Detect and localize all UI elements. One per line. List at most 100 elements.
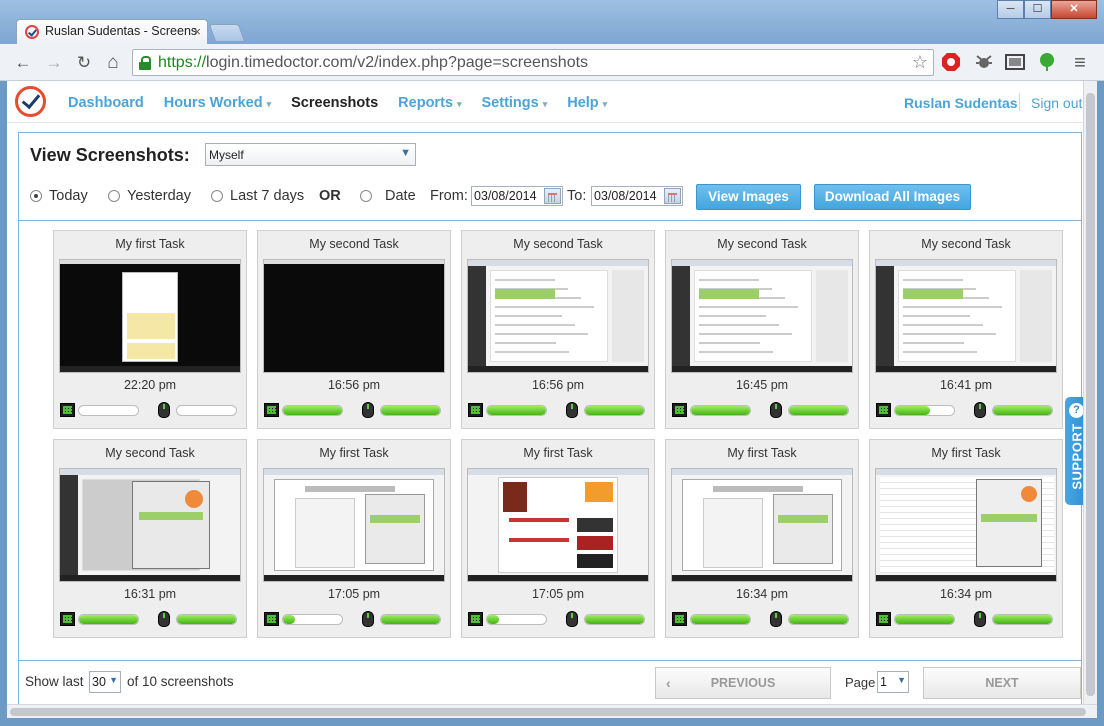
chevron-down-icon: ▼ xyxy=(400,147,411,159)
mouse-activity-bar xyxy=(584,405,645,416)
to-date-value: 03/08/2014 xyxy=(594,189,657,203)
screenshot-thumbnail[interactable] xyxy=(59,259,241,373)
keyboard-activity-bar xyxy=(486,405,547,416)
bug-extension-icon[interactable] xyxy=(974,52,994,72)
screenshot-thumbnail[interactable] xyxy=(875,468,1057,582)
screenshot-thumbnail[interactable] xyxy=(671,259,853,373)
screen-capture-extension-icon[interactable] xyxy=(1005,52,1025,72)
screenshot-card[interactable]: My second Task 16:56 pm xyxy=(461,230,655,429)
screenshot-card[interactable]: My first Task 16:34 pm xyxy=(869,439,1063,638)
screenshot-thumbnail[interactable] xyxy=(263,259,445,373)
next-button[interactable]: NEXT xyxy=(923,667,1081,699)
radio-last-7-days[interactable] xyxy=(211,190,223,202)
horizontal-scrollbar[interactable] xyxy=(7,704,1097,718)
keyboard-activity-bar xyxy=(78,405,139,416)
screenshot-card[interactable]: My first Task 17:05 pm xyxy=(461,439,655,638)
nav-reports[interactable]: Reports ▾ xyxy=(398,95,461,111)
keyboard-activity-bar xyxy=(690,405,751,416)
nav-help[interactable]: Help ▾ xyxy=(567,95,607,111)
screenshot-thumbnail[interactable] xyxy=(59,468,241,582)
screenshot-card[interactable]: My second Task 16:56 pm xyxy=(257,230,451,429)
label-today: Today xyxy=(49,188,88,204)
nav-settings[interactable]: Settings ▾ xyxy=(482,95,548,111)
screenshot-time: 16:34 pm xyxy=(735,587,789,601)
screenshot-card[interactable]: My second Task 16:31 pm xyxy=(53,439,247,638)
label-date: Date xyxy=(385,188,416,204)
screenshot-card[interactable]: My first Task 22:20 pm xyxy=(53,230,247,429)
forward-icon[interactable]: → xyxy=(43,52,65,74)
screenshot-thumbnail[interactable] xyxy=(671,468,853,582)
screenshot-time: 17:05 pm xyxy=(531,587,585,601)
screenshot-task: My second Task xyxy=(513,237,603,251)
screenshot-card[interactable]: My second Task 16:45 pm xyxy=(665,230,859,429)
label-yesterday: Yesterday xyxy=(127,188,191,204)
screenshot-thumbnail[interactable] xyxy=(875,259,1057,373)
screenshot-time: 16:56 pm xyxy=(531,378,585,392)
mouse-activity-bar xyxy=(380,614,441,625)
page-select[interactable]: 1 ▼ xyxy=(877,671,909,693)
user-name-link[interactable]: Ruslan Sudentas xyxy=(904,95,1018,111)
nav-hours-worked[interactable]: Hours Worked ▾ xyxy=(164,95,271,111)
nav-dashboard[interactable]: Dashboard xyxy=(68,95,144,111)
view-images-button[interactable]: View Images xyxy=(696,184,801,210)
radio-today[interactable] xyxy=(30,190,42,202)
keyboard-activity-icon xyxy=(264,612,279,626)
calendar-icon[interactable] xyxy=(664,188,681,204)
maximize-button[interactable]: ☐ xyxy=(1024,0,1051,19)
mouse-activity-bar xyxy=(992,405,1053,416)
scrollbar-thumb[interactable] xyxy=(10,708,1086,716)
screenshot-card[interactable]: My first Task 17:05 pm xyxy=(257,439,451,638)
scrollbar-thumb[interactable] xyxy=(1086,93,1095,696)
home-icon[interactable]: ⌂ xyxy=(102,52,124,74)
download-all-images-button[interactable]: Download All Images xyxy=(814,184,971,210)
screenshot-task: My first Task xyxy=(727,446,797,460)
keyboard-activity-icon xyxy=(468,403,483,417)
mouse-activity-bar xyxy=(992,614,1053,625)
new-tab-button[interactable] xyxy=(208,24,246,42)
keyboard-activity-bar xyxy=(78,614,139,625)
screenshot-time: 16:41 pm xyxy=(939,378,993,392)
vertical-scrollbar[interactable] xyxy=(1083,81,1097,704)
screenshot-card[interactable]: My second Task 16:41 pm xyxy=(869,230,1063,429)
chrome-menu-icon[interactable]: ≡ xyxy=(1069,52,1091,74)
screenshot-thumbnail[interactable] xyxy=(263,468,445,582)
screenshot-card[interactable]: My first Task 16:34 pm xyxy=(665,439,859,638)
chevron-down-icon: ▼ xyxy=(897,675,906,685)
browser-tab[interactable]: Ruslan Sudentas - Screens × xyxy=(16,19,208,44)
timedoctor-favicon-icon xyxy=(25,25,39,39)
reload-icon[interactable]: ↻ xyxy=(73,52,95,74)
timedoctor-logo[interactable] xyxy=(15,86,46,117)
keyboard-activity-bar xyxy=(486,614,547,625)
screenshot-thumbnail[interactable] xyxy=(467,468,649,582)
address-bar[interactable]: https://login.timedoctor.com/v2/index.ph… xyxy=(132,49,934,76)
tab-close-icon[interactable]: × xyxy=(193,24,201,39)
calendar-icon[interactable] xyxy=(544,188,561,204)
adblock-extension-icon[interactable] xyxy=(941,52,961,72)
back-icon[interactable]: ← xyxy=(12,52,34,74)
or-label: OR xyxy=(319,188,341,204)
nav-screenshots[interactable]: Screenshots xyxy=(291,95,378,111)
screenshot-thumbnail[interactable] xyxy=(467,259,649,373)
chevron-down-icon: ▾ xyxy=(266,99,272,109)
bookmark-star-icon[interactable]: ☆ xyxy=(912,52,928,73)
mouse-activity-bar xyxy=(176,405,237,416)
keyboard-activity-bar xyxy=(894,405,955,416)
url-text: login.timedoctor.com/v2/index.php?page=s… xyxy=(206,54,589,71)
from-date-field[interactable]: 03/08/2014 xyxy=(471,186,563,206)
radio-yesterday[interactable] xyxy=(108,190,120,202)
screenshot-task: My first Task xyxy=(931,446,1001,460)
evernote-extension-icon[interactable] xyxy=(1037,52,1057,72)
keyboard-activity-icon xyxy=(672,403,687,417)
close-window-button[interactable]: ✕ xyxy=(1051,0,1097,19)
to-date-field[interactable]: 03/08/2014 xyxy=(591,186,683,206)
chevron-down-icon: ▾ xyxy=(542,99,548,109)
minimize-button[interactable]: ─ xyxy=(997,0,1024,19)
previous-button[interactable]: ‹ PREVIOUS xyxy=(655,667,831,699)
per-page-select[interactable]: 30 ▼ xyxy=(89,671,121,693)
radio-date[interactable] xyxy=(360,190,372,202)
label-to: To: xyxy=(567,188,587,204)
sign-out-link[interactable]: Sign out xyxy=(1031,95,1082,111)
previous-label: PREVIOUS xyxy=(710,676,776,690)
user-select[interactable]: Myself ▼ xyxy=(205,143,416,166)
mouse-activity-bar xyxy=(584,614,645,625)
